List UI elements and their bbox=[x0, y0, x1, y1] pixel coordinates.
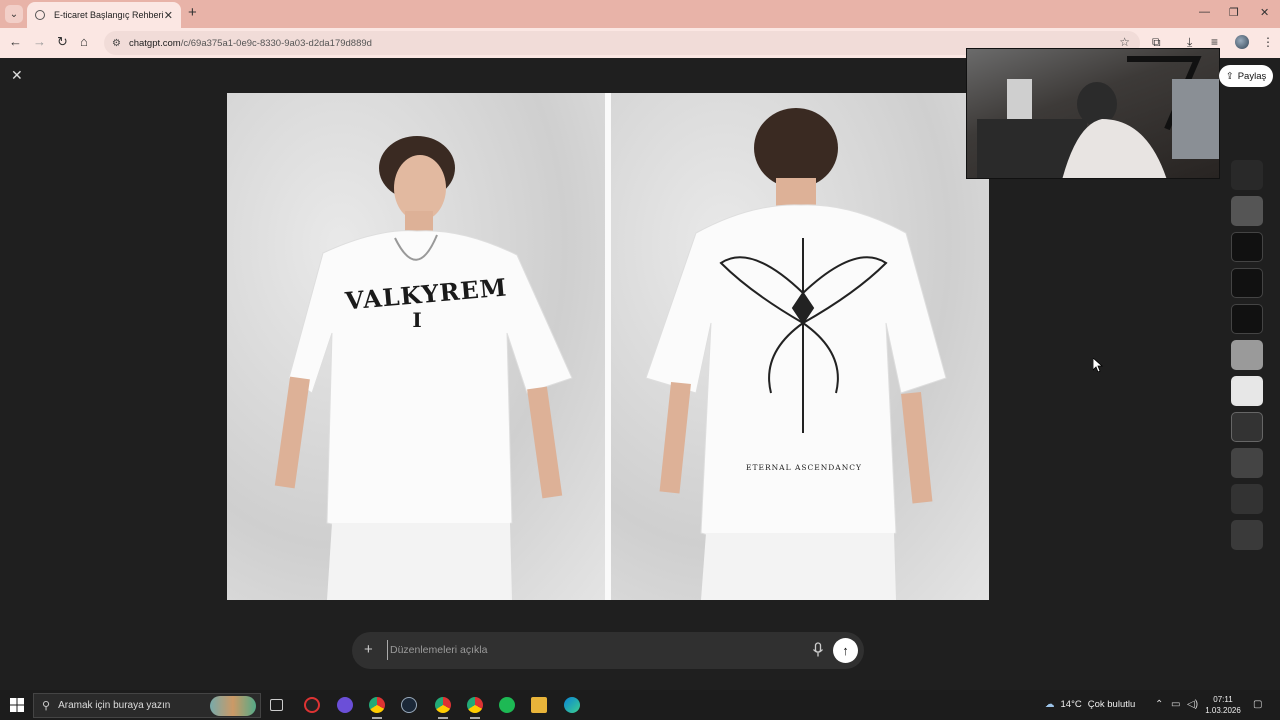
back-arrow-icon[interactable]: ← bbox=[9, 34, 22, 49]
minimize-button[interactable]: — bbox=[1199, 6, 1210, 18]
app-icon-edge[interactable] bbox=[564, 697, 580, 713]
reading-list-icon[interactable]: ≡ bbox=[1211, 35, 1218, 49]
microphone-icon[interactable] bbox=[811, 642, 825, 658]
weather-desc: Çok bulutlu bbox=[1087, 699, 1136, 710]
app-icon-discord[interactable] bbox=[337, 697, 353, 713]
app-icon-chrome-3[interactable] bbox=[467, 697, 483, 719]
back-print-text: ETERNAL ASCENDANCY bbox=[746, 463, 862, 472]
menu-kebab-icon[interactable]: ⋮ bbox=[1262, 35, 1274, 49]
reload-icon[interactable]: ↻ bbox=[57, 34, 68, 50]
profile-avatar[interactable] bbox=[1235, 35, 1249, 49]
thumbnail[interactable] bbox=[1231, 160, 1263, 190]
url-text: chatgpt.com/c/69a375a1-0e9c-8330-9a03-d2… bbox=[129, 38, 372, 49]
model-front-illustration bbox=[274, 136, 573, 600]
cloud-icon: ☁ bbox=[1045, 699, 1055, 710]
taskbar-clock[interactable]: 07:11 1.03.2026 bbox=[1205, 694, 1241, 716]
weather-widget[interactable]: ☁ 14°C Çok bulutlu bbox=[1045, 699, 1135, 710]
tab-title: E-ticaret Başlangıç Rehberi bbox=[54, 10, 164, 20]
add-attachment-button[interactable]: + bbox=[364, 641, 373, 658]
search-highlight-image bbox=[210, 696, 256, 716]
url-path: /c/69a375a1-0e9c-8330-9a03-d2da179d889d bbox=[180, 37, 372, 49]
prompt-composer: + ↑ bbox=[352, 632, 864, 669]
bookmark-star-icon[interactable]: ☆ bbox=[1119, 35, 1130, 49]
app-icon-file-explorer[interactable] bbox=[531, 697, 547, 713]
share-label: Paylaş bbox=[1237, 70, 1267, 82]
close-window-button[interactable]: ✕ bbox=[1260, 6, 1269, 19]
app-icon-chrome[interactable] bbox=[369, 697, 385, 719]
tray-chevron-up-icon[interactable]: ⌃ bbox=[1155, 699, 1163, 710]
thumbnail[interactable] bbox=[1231, 304, 1263, 334]
mouse-cursor-icon bbox=[1093, 358, 1103, 372]
image-panel-back: ETERNAL ASCENDANCY bbox=[611, 93, 989, 600]
tab-strip: ⌄ E-ticaret Başlangıç Rehberi ✕ + — ❐ ✕ bbox=[0, 0, 1280, 28]
arrow-up-icon: ↑ bbox=[842, 643, 849, 658]
thumbnail[interactable] bbox=[1231, 196, 1263, 226]
forward-arrow-icon[interactable]: → bbox=[33, 34, 46, 49]
clock-date: 1.03.2026 bbox=[1205, 706, 1241, 715]
chatgpt-favicon-icon bbox=[35, 10, 45, 20]
share-button[interactable]: ⇪ Paylaş bbox=[1219, 65, 1273, 87]
edit-description-input[interactable] bbox=[387, 640, 807, 660]
image-panel-front: VALKYREM I bbox=[227, 93, 605, 600]
thumbnail[interactable] bbox=[1231, 232, 1263, 262]
thumbnail[interactable] bbox=[1231, 484, 1263, 514]
weather-temp: 14°C bbox=[1060, 699, 1082, 710]
thumbnail[interactable] bbox=[1231, 448, 1263, 478]
app-icon-steam[interactable] bbox=[401, 697, 417, 713]
site-settings-icon[interactable]: ⚙ bbox=[112, 38, 121, 49]
app-icon-obs[interactable] bbox=[304, 697, 320, 713]
send-button[interactable]: ↑ bbox=[833, 638, 858, 663]
image-viewer: ✕ VALKYREM I ETERNAL ASCENDANCY ⇪ Paylaş… bbox=[0, 48, 1280, 690]
thumbnail[interactable] bbox=[1231, 412, 1263, 442]
clock-time: 07:11 bbox=[1213, 695, 1233, 704]
chevron-down-icon: ⌄ bbox=[9, 8, 19, 20]
thumbnail[interactable] bbox=[1231, 268, 1263, 298]
thumbnail[interactable] bbox=[1231, 340, 1263, 370]
share-icon: ⇪ bbox=[1225, 70, 1234, 82]
thumbnail[interactable] bbox=[1231, 520, 1263, 550]
close-viewer-button[interactable]: ✕ bbox=[11, 67, 23, 84]
thumbnail-active[interactable] bbox=[1231, 376, 1263, 406]
volume-icon[interactable]: ◁) bbox=[1187, 699, 1198, 710]
windows-taskbar: ⚲ Aramak için buraya yazın ☁ 14°C Çok bu… bbox=[0, 690, 1280, 720]
network-icon[interactable]: ▭ bbox=[1171, 699, 1180, 710]
tab-search-button[interactable]: ⌄ bbox=[5, 5, 23, 23]
model-back-illustration bbox=[645, 108, 947, 600]
generated-image: VALKYREM I ETERNAL ASCENDANCY bbox=[227, 93, 989, 600]
notifications-icon[interactable]: ▢ bbox=[1253, 699, 1262, 710]
home-icon[interactable]: ⌂ bbox=[80, 34, 88, 49]
search-icon: ⚲ bbox=[42, 700, 51, 712]
taskbar-search[interactable]: ⚲ Aramak için buraya yazın bbox=[33, 693, 261, 718]
app-icon-spotify[interactable] bbox=[499, 697, 515, 713]
task-view-icon[interactable] bbox=[270, 699, 283, 711]
tab-active[interactable]: E-ticaret Başlangıç Rehberi ✕ bbox=[27, 2, 181, 28]
new-tab-button[interactable]: + bbox=[188, 5, 197, 21]
thumbnail-strip bbox=[1231, 160, 1265, 556]
taskbar-search-placeholder: Aramak için buraya yazın bbox=[58, 700, 171, 711]
app-icon-chrome-2[interactable] bbox=[435, 697, 451, 719]
restore-button[interactable]: ❐ bbox=[1229, 6, 1239, 19]
tab-close-button[interactable]: ✕ bbox=[164, 9, 173, 22]
windows-start-icon[interactable] bbox=[10, 698, 24, 712]
webcam-person-illustration bbox=[977, 56, 1219, 178]
webcam-overlay bbox=[966, 48, 1220, 179]
url-host: chatgpt.com bbox=[128, 37, 181, 49]
front-print-sub: I bbox=[412, 308, 422, 332]
